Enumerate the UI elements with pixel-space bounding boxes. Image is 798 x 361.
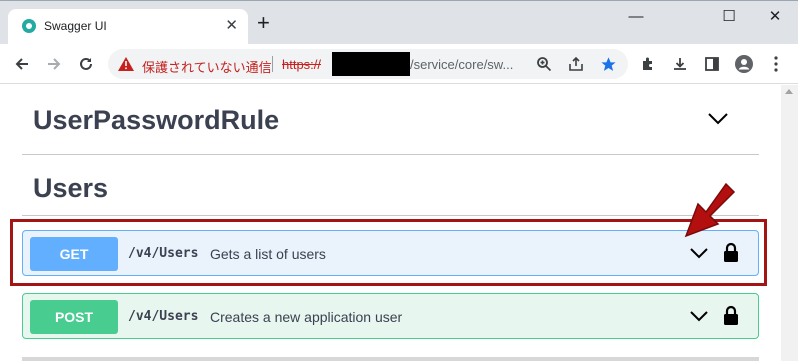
back-button[interactable] [10, 52, 34, 76]
url-path: /service/core/sw... [410, 57, 514, 72]
reload-icon [80, 57, 92, 70]
new-tab-button[interactable]: + [257, 12, 270, 34]
scroll-up-icon[interactable] [785, 89, 793, 94]
operation-description: Creates a new application user [210, 309, 403, 325]
page-scrollbar[interactable] [781, 85, 798, 361]
side-panel-icon[interactable] [702, 54, 722, 74]
chevron-down-icon[interactable] [707, 112, 729, 126]
reload-button[interactable] [74, 52, 98, 76]
section-divider [22, 154, 759, 155]
operation-post-users[interactable]: POST /v4/Users Creates a new application… [22, 293, 759, 339]
profile-avatar-icon[interactable] [734, 54, 754, 74]
next-operation-edge [22, 357, 759, 361]
redacted-host [332, 52, 410, 76]
swagger-favicon-icon [22, 19, 36, 33]
zoom-icon[interactable] [534, 54, 554, 74]
back-arrow-icon [15, 58, 28, 70]
browser-tab[interactable]: Swagger UI ✕ [8, 9, 248, 45]
forward-button[interactable] [42, 52, 66, 76]
warning-icon [118, 57, 134, 71]
tab-bar: Swagger UI ✕ + — ☐ ✕ [0, 0, 798, 45]
more-menu-icon[interactable] [766, 54, 786, 74]
chevron-down-icon[interactable] [689, 310, 709, 322]
swagger-page: UserPasswordRule Users GET /v4/Users Get… [0, 85, 798, 361]
bookmark-star-icon[interactable] [598, 54, 618, 74]
section-title[interactable]: UserPasswordRule [33, 105, 279, 136]
tab-title: Swagger UI [44, 19, 107, 33]
omnibox-divider [272, 56, 273, 72]
operation-path: /v4/Users [128, 309, 199, 324]
lock-icon[interactable] [723, 305, 739, 325]
browser-toolbar: 保護されていない通信 https:// /service/core/sw... [0, 44, 798, 84]
security-warning-text[interactable]: 保護されていない通信 [142, 57, 272, 76]
annotation-highlight-box [10, 219, 767, 286]
forward-arrow-icon [48, 58, 61, 70]
download-icon[interactable] [670, 54, 690, 74]
minimize-button[interactable]: — [626, 7, 646, 27]
section-title[interactable]: Users [33, 173, 108, 204]
method-badge-post: POST [30, 300, 118, 334]
address-bar[interactable]: 保護されていない通信 https:// /service/core/sw... [108, 49, 628, 79]
annotation-arrow-icon [684, 182, 736, 238]
maximize-button[interactable]: ☐ [719, 7, 739, 27]
extensions-icon[interactable] [638, 54, 658, 74]
close-window-button[interactable]: ✕ [765, 7, 785, 27]
share-icon[interactable] [566, 54, 586, 74]
tab-close-icon[interactable]: ✕ [225, 17, 238, 35]
section-divider [22, 215, 759, 216]
url-scheme: https:// [282, 57, 322, 72]
